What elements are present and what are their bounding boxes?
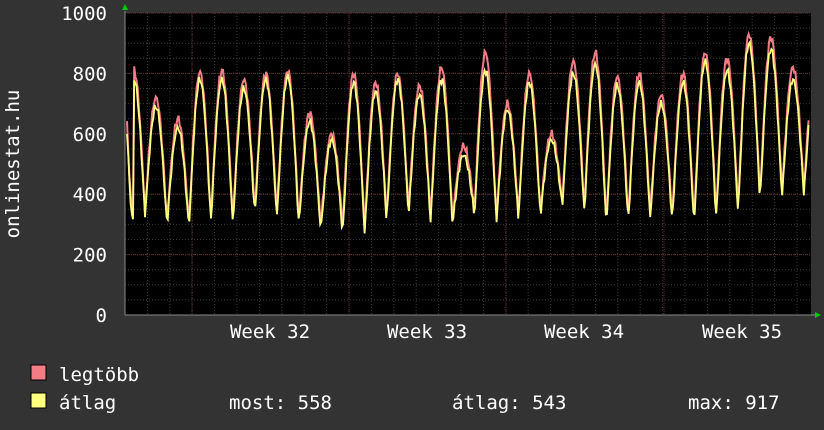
stat-most: most: 558 xyxy=(229,392,332,414)
chart: 0 200 400 600 800 1000 Week 32 Week 33 Week 34 W… xyxy=(0,0,824,430)
legend-label-legtobb: legtöbb xyxy=(59,364,139,386)
legend-label-atlag: átlag xyxy=(59,392,116,414)
stat-atlag: átlag: 543 xyxy=(452,392,566,414)
y-tick-label: 400 xyxy=(73,184,107,206)
y-tick-label: 1000 xyxy=(61,3,107,25)
stat-max: max: 917 xyxy=(688,392,780,414)
x-tick-label: Week 35 xyxy=(702,321,782,343)
x-tick-label: Week 34 xyxy=(544,321,624,343)
y-axis-label: onlinestat.hu xyxy=(2,90,24,239)
x-tick-label: Week 32 xyxy=(230,321,310,343)
y-tick-label: 800 xyxy=(73,63,107,85)
y-tick-label: 200 xyxy=(73,245,107,267)
x-tick-label: Week 33 xyxy=(387,321,467,343)
legend-swatch-atlag xyxy=(30,392,47,409)
y-tick-label: 600 xyxy=(73,124,107,146)
y-tick-label: 0 xyxy=(96,305,107,327)
legend-swatch-legtobb xyxy=(30,364,47,381)
